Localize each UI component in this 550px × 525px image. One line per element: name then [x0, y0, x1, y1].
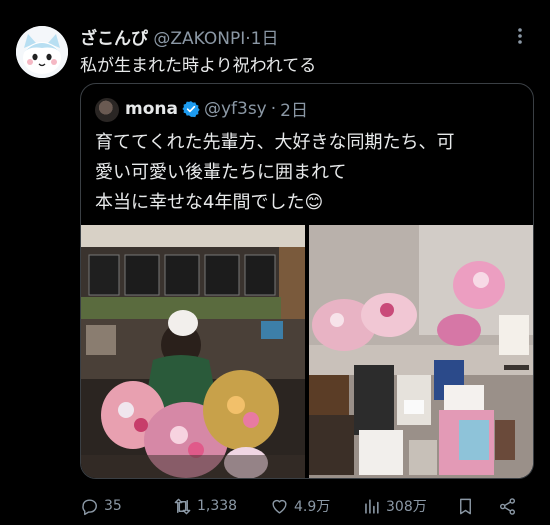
quoted-tweet-time[interactable]: 2日: [280, 96, 308, 121]
quoted-header-separator: ·: [270, 98, 277, 119]
bookmark-button[interactable]: [456, 497, 475, 516]
bookmark-icon: [460, 498, 471, 514]
quoted-text-line-2: 愛い可愛い後輩たちに囲まれて: [95, 162, 347, 183]
avatar-image: [16, 26, 68, 78]
views-icon: [365, 498, 379, 514]
quoted-author-handle[interactable]: @yf3sy: [204, 99, 267, 119]
tweet-text: 私が生まれた時より祝われてる: [80, 56, 317, 76]
quoted-tweet-text: 育ててくれた先輩方、大好きな同期たち、可 愛い可愛い後輩たちに囲まれて 本当に幸…: [95, 128, 520, 218]
author-handle[interactable]: @ZAKONPI: [153, 29, 245, 49]
tweet-time[interactable]: 1日: [251, 29, 279, 49]
photo-grid: [81, 225, 533, 478]
share-icon: [499, 497, 516, 515]
author-avatar[interactable]: [16, 26, 68, 78]
reply-icon: [82, 498, 97, 515]
quoted-text-line-1: 育ててくれた先輩方、大好きな同期たち、可: [95, 132, 455, 153]
like-count: 4.9万: [294, 499, 331, 515]
reply-button[interactable]: 35: [80, 497, 122, 516]
more-icon[interactable]: [510, 26, 530, 51]
author-name[interactable]: ざこんぴ: [80, 29, 148, 49]
quoted-text-line-3: 本当に幸せな4年間でした😊: [95, 192, 324, 213]
verified-badge-icon: [182, 100, 200, 117]
quoted-author-avatar[interactable]: [95, 98, 119, 122]
photo-1-image: [81, 225, 305, 478]
share-button[interactable]: [498, 497, 517, 516]
retweet-count: 1,338: [197, 498, 238, 514]
like-icon: [272, 499, 287, 514]
views-button[interactable]: 308万: [362, 496, 427, 516]
like-button[interactable]: 4.9万: [270, 496, 330, 516]
quoted-tweet-header: mona @yf3sy · 2日: [125, 96, 308, 122]
photo-2[interactable]: [309, 225, 533, 478]
photo-1[interactable]: [81, 225, 305, 478]
photo-2-image: [309, 225, 533, 478]
retweet-button[interactable]: 1,338: [173, 497, 237, 516]
action-bar: 35 1,338 4.9万 308万: [80, 492, 530, 520]
quoted-author-name[interactable]: mona: [125, 99, 178, 119]
tweet-header: ざこんぴ @ZAKONPI·1日: [80, 24, 279, 49]
views-count: 308万: [386, 499, 427, 515]
quoted-tweet-card[interactable]: mona @yf3sy · 2日 育ててくれた先輩方、大好きな同期たち、可 愛い可愛…: [80, 83, 534, 479]
reply-count: 35: [104, 498, 122, 514]
retweet-icon: [174, 498, 191, 514]
